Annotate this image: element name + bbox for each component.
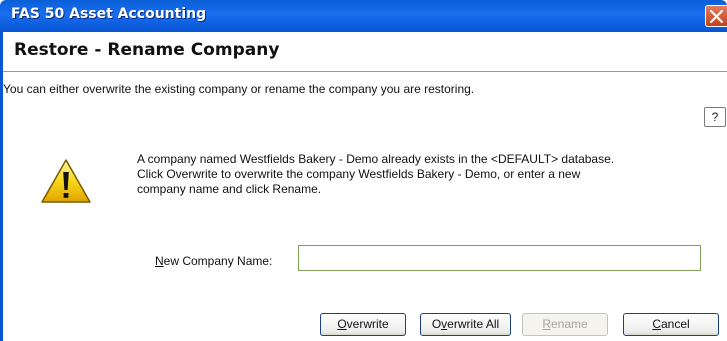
- window-title: FAS 50 Asset Accounting: [11, 6, 207, 22]
- rename-button[interactable]: Rename: [522, 313, 608, 336]
- warning-icon: [41, 159, 91, 203]
- close-button[interactable]: [705, 5, 727, 27]
- overwrite-all-button[interactable]: Overwrite All: [420, 313, 511, 336]
- heading-divider: [3, 71, 727, 72]
- dialog-body: Restore - Rename Company You can either …: [3, 32, 727, 341]
- new-company-name-label: New Company Name:: [155, 254, 273, 268]
- dialog-subtitle: You can either overwrite the existing co…: [3, 82, 475, 96]
- message-line: company name and click Rename.: [137, 182, 322, 196]
- new-company-name-input[interactable]: [298, 245, 701, 271]
- warning-message: A company named Westfields Bakery - Demo…: [137, 152, 707, 197]
- overwrite-button[interactable]: Overwrite: [320, 313, 406, 336]
- title-bar[interactable]: FAS 50 Asset Accounting: [0, 0, 727, 32]
- dialog-heading: Restore - Rename Company: [14, 40, 280, 60]
- cancel-button[interactable]: Cancel: [623, 313, 719, 336]
- help-button[interactable]: ?: [704, 107, 726, 127]
- close-icon: [710, 10, 723, 23]
- message-line: Click Overwrite to overwrite the company…: [137, 167, 581, 181]
- message-line: A company named Westfields Bakery - Demo…: [137, 152, 615, 166]
